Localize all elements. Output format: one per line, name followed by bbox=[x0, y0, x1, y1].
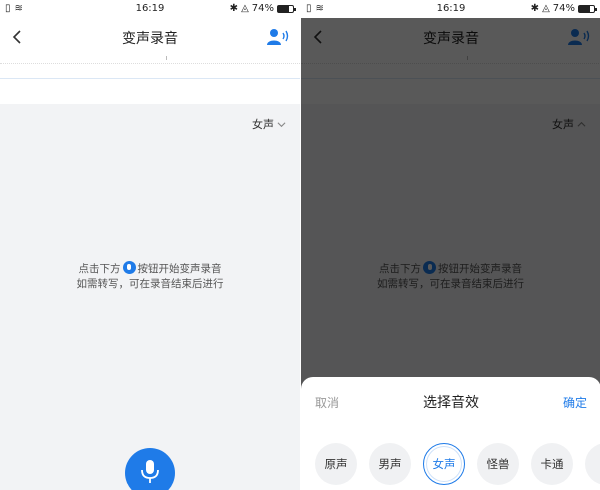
battery-text: 74% bbox=[251, 3, 274, 14]
bluetooth-icon: ✱ bbox=[530, 3, 540, 14]
phone-right: ▯ ≋ 16:19 ✱ ◬ 74% 变声录音 bbox=[300, 0, 600, 490]
status-right-icons: ✱ ◬ 74% bbox=[530, 3, 597, 14]
time-ruler bbox=[0, 56, 300, 64]
bluetooth-icon: ✱ bbox=[229, 3, 239, 14]
voice-profile-icon[interactable] bbox=[266, 27, 290, 47]
hint-line-1: 点击下方按钮开始变声录音 bbox=[78, 261, 222, 275]
voice-effect-dropdown[interactable]: 女声 bbox=[252, 116, 286, 132]
confirm-button[interactable]: 确定 bbox=[563, 394, 587, 411]
sheet-title: 选择音效 bbox=[423, 395, 479, 411]
record-button[interactable] bbox=[125, 448, 175, 490]
nav-header: 变声录音 bbox=[0, 18, 300, 56]
status-right-icons: ✱ ◬ 74% bbox=[229, 3, 296, 14]
voice-option-selected[interactable]: 女声 bbox=[423, 443, 465, 485]
voice-option[interactable]: 男声 bbox=[369, 443, 411, 485]
voice-effect-options: 原声 男声 女声 怪兽 卡通 混 bbox=[315, 443, 600, 485]
cancel-button[interactable]: 取消 bbox=[315, 394, 339, 411]
status-bar: ▯ ≋ 16:19 ✱ ◬ 74% bbox=[301, 0, 600, 18]
voice-effect-sheet: 取消 选择音效 确定 原声 男声 女声 怪兽 卡通 混 bbox=[301, 377, 600, 490]
waveform-area bbox=[0, 56, 300, 104]
mic-icon bbox=[122, 261, 136, 274]
page-title: 变声录音 bbox=[122, 31, 178, 47]
battery-icon bbox=[277, 4, 296, 13]
voice-option[interactable]: 原声 bbox=[315, 443, 357, 485]
microphone-icon bbox=[141, 460, 159, 483]
voice-option[interactable]: 卡通 bbox=[531, 443, 573, 485]
record-hint: 点击下方按钮开始变声录音 如需转写，可在录音结束后进行 bbox=[0, 261, 300, 292]
voice-option[interactable]: 怪兽 bbox=[477, 443, 519, 485]
battery-icon bbox=[578, 4, 597, 13]
alarm-icon: ◬ bbox=[542, 3, 550, 14]
screenshot-pair: ▯ ≋ 16:19 ✱ ◬ 74% 变声录音 女声 点击下方 按钮开始变声录音 … bbox=[0, 0, 600, 490]
waveform-baseline bbox=[0, 78, 300, 79]
alarm-icon: ◬ bbox=[241, 3, 249, 14]
hint-line-2: 如需转写，可在录音结束后进行 bbox=[76, 278, 224, 290]
voice-option[interactable]: 混 bbox=[585, 443, 600, 485]
phone-left: ▯ ≋ 16:19 ✱ ◬ 74% 变声录音 女声 点击下方 按钮开始变声录音 … bbox=[0, 0, 300, 490]
playhead-tick bbox=[166, 56, 167, 60]
battery-text: 74% bbox=[552, 3, 575, 14]
chevron-down-icon bbox=[277, 121, 286, 127]
status-bar: ▯ ≋ 16:19 ✱ ◬ 74% bbox=[0, 0, 300, 18]
voice-effect-value: 女声 bbox=[252, 118, 274, 131]
